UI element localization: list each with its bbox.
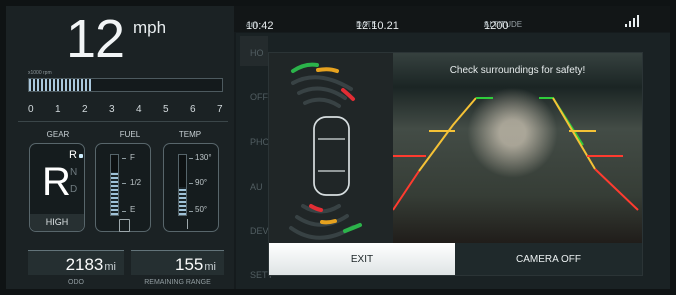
parking-sensor-diagram xyxy=(289,62,362,240)
altitude-unit: ft xyxy=(484,20,489,29)
rpm-gauge xyxy=(28,78,223,92)
odometer: 2183mi xyxy=(28,250,124,275)
fuel-label-full: F xyxy=(130,153,135,162)
fuel-level-fill xyxy=(111,171,118,215)
speed-unit: mph xyxy=(133,18,167,37)
date-value: 12.10.21 xyxy=(356,20,399,32)
exit-button[interactable]: EXIT xyxy=(269,243,455,275)
left-red-guideline xyxy=(393,170,420,211)
rpm-scale-number: 6 xyxy=(190,104,196,115)
front-center-sensor-yellow xyxy=(316,67,339,73)
background-menu-item: PHO xyxy=(250,137,270,147)
rear-camera-view: Check surroundings for safety! xyxy=(393,53,642,243)
rear-center-sensor-yellow xyxy=(320,219,337,225)
temp-tick-mid xyxy=(189,183,193,184)
car-outline-icon xyxy=(313,116,350,196)
rear-camera-guidelines xyxy=(393,97,639,211)
temperature-track xyxy=(178,154,187,216)
right-red-guideline xyxy=(594,168,639,211)
fuel-label-half: 1/2 xyxy=(130,178,142,187)
remaining-range-label: REMAINING RANGE xyxy=(144,279,211,286)
front-sensor-arc-outer xyxy=(303,97,341,108)
fuel-tick-half xyxy=(122,183,126,184)
signal-strength-icon xyxy=(625,15,640,27)
remaining-range: 155mi xyxy=(131,250,224,275)
fuel-gauge: F 1/2 E xyxy=(95,143,151,232)
rpm-scale-number: 0 xyxy=(28,104,34,115)
rpm-label: x1000 rpm xyxy=(28,70,52,76)
fuel-track xyxy=(110,154,119,216)
temperature-level-fill xyxy=(179,186,186,215)
temp-tick-low xyxy=(189,211,193,212)
time-suffix: am xyxy=(246,20,258,29)
rpm-scale-number: 2 xyxy=(82,104,88,115)
rpm-scale-number: 7 xyxy=(217,104,223,115)
temp-tick-high xyxy=(189,158,193,159)
remaining-range-unit: mi xyxy=(204,261,216,273)
camera-off-button[interactable]: CAMERA OFF xyxy=(455,243,642,275)
rpm-scale-number: 1 xyxy=(55,104,61,115)
odometer-unit: mi xyxy=(104,261,116,273)
front-left-sensor-green xyxy=(291,62,319,73)
parking-camera-dialog: Check surroundings for safety! EXIT CAME… xyxy=(268,52,643,276)
gear-option-d: D xyxy=(70,184,78,195)
fuel-tick-empty xyxy=(122,211,126,212)
rpm-fill xyxy=(29,79,93,91)
odometer-value: 2183 xyxy=(65,255,104,274)
temp-label-mid: 90° xyxy=(195,178,208,187)
rpm-scale-number: 4 xyxy=(136,104,142,115)
remaining-range-value: 155 xyxy=(175,255,204,274)
gear-title: GEAR xyxy=(46,130,70,139)
gear-indicator: R R N D HIGH xyxy=(29,143,85,232)
front-sensor-arc-middle xyxy=(297,86,347,100)
odometer-label: ODO xyxy=(68,279,84,286)
fuel-tick-full xyxy=(122,158,126,159)
background-menu-item: HO xyxy=(250,48,264,58)
gear-option-n: N xyxy=(70,167,78,178)
right-yellow-guideline xyxy=(552,97,596,170)
selected-gear-marker xyxy=(79,154,83,158)
temp-label-low: 50° xyxy=(195,205,208,214)
left-yellow-guideline xyxy=(418,97,477,172)
temperature-gauge: 130° 90° 50° xyxy=(163,143,219,232)
fuel-label-empty: E xyxy=(130,205,136,214)
gear-option-r: R xyxy=(69,149,77,161)
camera-safety-message: Check surroundings for safety! xyxy=(449,65,586,76)
speed-value: 12 xyxy=(66,9,125,69)
parking-sensor-view xyxy=(269,53,393,243)
temp-label-high: 130° xyxy=(195,153,212,162)
temp-title: TEMP xyxy=(178,130,202,139)
status-bar: 10:42 am DATE 12.10.21 ALTITUDE 1200 ft xyxy=(234,6,670,32)
background-menu-item: DEV xyxy=(250,226,269,236)
fuel-pump-icon xyxy=(119,219,130,232)
background-menu-item: AU xyxy=(250,182,263,192)
cluster-divider xyxy=(18,121,228,122)
current-gear: R xyxy=(42,160,71,204)
coolant-temperature-icon xyxy=(187,219,196,229)
car-window-lines xyxy=(318,138,345,172)
gear-mode: HIGH xyxy=(30,214,84,231)
rpm-scale-number: 5 xyxy=(163,104,169,115)
rpm-scale-number: 3 xyxy=(109,104,115,115)
